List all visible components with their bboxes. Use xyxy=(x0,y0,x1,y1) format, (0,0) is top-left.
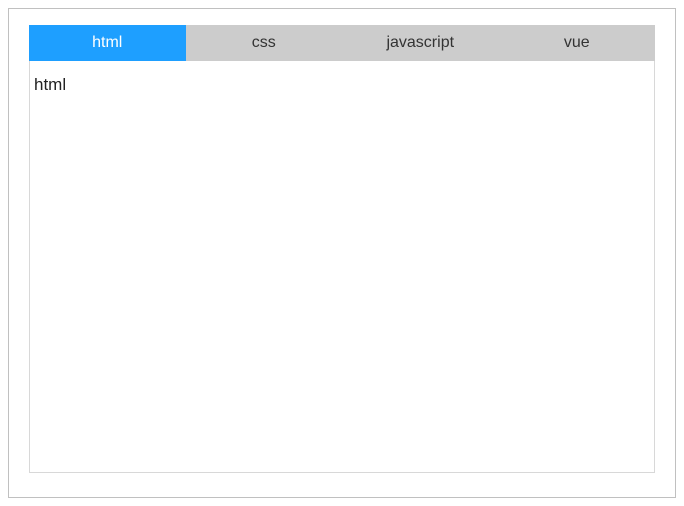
tab-javascript[interactable]: javascript xyxy=(342,25,499,61)
tab-bar: html css javascript vue xyxy=(29,25,655,61)
tab-container: html css javascript vue html xyxy=(29,25,655,473)
tab-css[interactable]: css xyxy=(186,25,343,61)
content-panel: html xyxy=(29,61,655,473)
content-text: html xyxy=(34,75,66,94)
app-frame: html css javascript vue html xyxy=(8,8,676,498)
tab-html[interactable]: html xyxy=(29,25,186,61)
tab-vue[interactable]: vue xyxy=(499,25,656,61)
